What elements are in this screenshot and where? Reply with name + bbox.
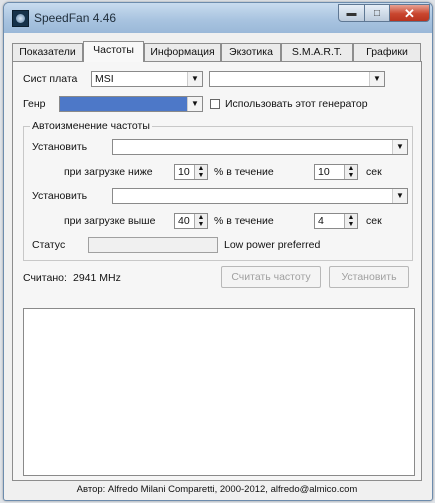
set-label-low: Установить [32,141,88,153]
maximize-icon: □ [373,8,381,19]
close-button[interactable]: ✕ [389,4,430,22]
chevron-down-icon: ▼ [187,72,202,86]
motherboard-value: MSI [95,73,114,85]
high-time-sec-label: сек [366,215,382,227]
high-load-value: 40 [178,215,190,227]
minimize-button[interactable]: ▬ [338,4,365,22]
close-icon: ✕ [404,6,415,21]
high-time-spinner[interactable]: 4 ▲ ▼ [314,213,358,229]
read-clock-label: Считано: [23,272,67,284]
clock-panel: Сист плата MSI ▼ ▼ Генр ▼ Использовать э… [12,61,422,481]
tab-readings[interactable]: Показатели [12,43,83,61]
speedfan-window: SpeedFan 4.46 ▬ □ ✕ Показатели Частоты И… [3,2,433,501]
read-clock-button[interactable]: Считать частоту [221,266,321,288]
auto-clock-group-label: Автоизменение частоты [30,120,152,132]
chevron-down-icon: ▼ [187,97,202,111]
tab-clock[interactable]: Частоты [83,41,144,62]
low-clock-select[interactable]: ▼ [112,139,408,155]
clock-log-area[interactable] [23,308,415,476]
high-load-percent-label: % в течение [214,215,274,227]
chevron-down-icon: ▼ [392,189,407,203]
speedfan-app-icon [12,10,29,27]
low-load-label: при загрузке ниже [64,166,153,178]
spinner-arrows-icon[interactable]: ▲ ▼ [344,165,357,179]
motherboard-select[interactable]: MSI ▼ [91,71,203,87]
read-clock-value: 2941 MHz [73,272,121,284]
status-label: Статус [32,239,66,251]
low-time-value: 10 [318,166,330,178]
minimize-icon: ▬ [346,8,357,19]
generator-select[interactable]: ▼ [59,96,203,112]
tab-exotics[interactable]: Экзотика [221,43,281,61]
low-load-value: 10 [178,166,190,178]
maximize-button[interactable]: □ [364,4,390,22]
high-clock-select[interactable]: ▼ [112,188,408,204]
high-load-spinner[interactable]: 40 ▲ ▼ [174,213,208,229]
motherboard-model-select[interactable]: ▼ [209,71,385,87]
low-time-spinner[interactable]: 10 ▲ ▼ [314,164,358,180]
set-label-high: Установить [32,190,88,202]
auto-clock-group: Автоизменение частоты Установить ▼ при з… [23,120,413,261]
window-title: SpeedFan 4.46 [34,11,117,25]
low-load-spinner[interactable]: 10 ▲ ▼ [174,164,208,180]
tab-info[interactable]: Информация [144,43,221,61]
generator-label: Генр [23,98,46,110]
high-time-value: 4 [318,215,324,227]
tab-smart[interactable]: S.M.A.R.T. [281,43,353,61]
spinner-arrows-icon[interactable]: ▲ ▼ [194,165,207,179]
low-time-sec-label: сек [366,166,382,178]
use-generator-checkbox[interactable] [210,99,220,109]
chevron-down-icon: ▼ [369,72,384,86]
tab-charts[interactable]: Графики [353,43,421,61]
spinner-arrows-icon[interactable]: ▲ ▼ [344,214,357,228]
status-bar: Автор: Alfredo Milani Comparetti, 2000-2… [76,484,358,495]
status-text: Low power preferred [224,239,321,251]
motherboard-label: Сист плата [23,73,78,85]
title-bar[interactable]: SpeedFan 4.46 ▬ □ ✕ [4,3,432,33]
high-load-label: при загрузке выше [64,215,156,227]
set-clock-button[interactable]: Установить [329,266,409,288]
spinner-arrows-icon[interactable]: ▲ ▼ [194,214,207,228]
status-field [88,237,218,253]
use-generator-label[interactable]: Использовать этот генератор [225,98,368,110]
low-load-percent-label: % в течение [214,166,274,178]
chevron-down-icon: ▼ [392,140,407,154]
